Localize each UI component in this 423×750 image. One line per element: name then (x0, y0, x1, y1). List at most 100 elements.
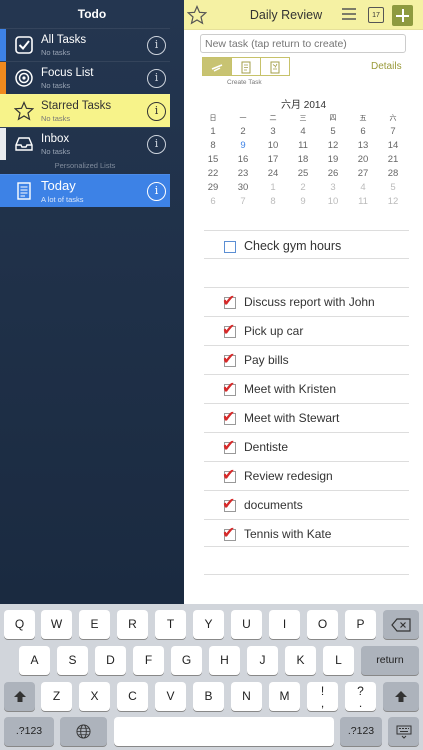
task-item[interactable]: ✔ Dentiste (222, 437, 412, 460)
numbers-key[interactable]: .?123 (4, 717, 54, 746)
calendar-day[interactable]: 30 (228, 182, 258, 193)
add-task-button[interactable] (392, 5, 413, 26)
segment-note[interactable] (231, 57, 261, 76)
key-exclaim-comma[interactable]: ! , (307, 682, 338, 711)
key-b[interactable]: B (193, 682, 224, 711)
calendar-day[interactable]: 7 (378, 126, 408, 137)
segment-list[interactable] (260, 57, 290, 76)
sidebar-item-focus-list[interactable]: Focus List No tasks i (0, 61, 170, 94)
task-item[interactable]: Check gym hours (222, 237, 412, 259)
calendar-day[interactable]: 11 (288, 140, 318, 151)
key-g[interactable]: G (171, 646, 202, 675)
sidebar-item-inbox[interactable]: Inbox No tasks i (0, 127, 170, 160)
key-q[interactable]: Q (4, 610, 35, 639)
calendar-day[interactable]: 5 (318, 126, 348, 137)
task-item[interactable]: ✔ Review redesign (222, 466, 412, 489)
info-icon[interactable]: i (147, 102, 166, 121)
key-n[interactable]: N (231, 682, 262, 711)
return-key[interactable]: return (361, 646, 419, 675)
info-icon[interactable]: i (147, 135, 166, 154)
segment-quick[interactable] (202, 57, 232, 76)
key-z[interactable]: Z (41, 682, 72, 711)
key-t[interactable]: T (155, 610, 186, 639)
calendar-button[interactable]: 17 (368, 7, 384, 23)
key-r[interactable]: R (117, 610, 148, 639)
calendar-day[interactable]: 4 (288, 126, 318, 137)
calendar-day[interactable]: 10 (258, 140, 288, 151)
key-v[interactable]: V (155, 682, 186, 711)
backspace-key[interactable] (383, 610, 419, 639)
task-item[interactable]: ✔ Pick up car (222, 321, 412, 344)
key-w[interactable]: W (41, 610, 72, 639)
task-item[interactable]: ✔ Pay bills (222, 350, 412, 373)
calendar-day[interactable]: 3 (318, 182, 348, 193)
calendar-day[interactable]: 20 (348, 154, 378, 165)
calendar-day[interactable]: 12 (378, 196, 408, 207)
task-item[interactable]: ✔ Meet with Kristen (222, 379, 412, 402)
numbers-key-right[interactable]: .?123 (340, 717, 382, 746)
calendar-day[interactable]: 13 (348, 140, 378, 151)
sidebar-item-all-tasks[interactable]: All Tasks No tasks i (0, 28, 170, 61)
calendar-day[interactable]: 14 (378, 140, 408, 151)
calendar-day[interactable]: 16 (228, 154, 258, 165)
key-m[interactable]: M (269, 682, 300, 711)
calendar-day[interactable]: 6 (198, 196, 228, 207)
calendar-day[interactable]: 24 (258, 168, 288, 179)
calendar-day[interactable]: 21 (378, 154, 408, 165)
calendar-day[interactable]: 7 (228, 196, 258, 207)
sidebar-item-starred-tasks[interactable]: Starred Tasks No tasks i (0, 94, 170, 127)
key-f[interactable]: F (133, 646, 164, 675)
task-item[interactable]: ✔ Meet with Stewart (222, 408, 412, 431)
calendar-day[interactable]: 27 (348, 168, 378, 179)
hide-keyboard-key[interactable] (388, 717, 419, 746)
key-l[interactable]: L (323, 646, 354, 675)
key-e[interactable]: E (79, 610, 110, 639)
calendar-day[interactable]: 28 (378, 168, 408, 179)
key-a[interactable]: A (19, 646, 50, 675)
new-task-input[interactable] (200, 34, 406, 53)
calendar-day[interactable]: 1 (258, 182, 288, 193)
key-k[interactable]: K (285, 646, 316, 675)
space-key[interactable] (114, 717, 334, 746)
globe-key[interactable] (60, 717, 107, 746)
calendar-day-today[interactable]: 9 (228, 140, 258, 151)
calendar-day[interactable]: 4 (348, 182, 378, 193)
task-checkbox[interactable] (224, 241, 236, 253)
calendar-day[interactable]: 15 (198, 154, 228, 165)
key-s[interactable]: S (57, 646, 88, 675)
calendar-day[interactable]: 17 (258, 154, 288, 165)
calendar-day[interactable]: 2 (288, 182, 318, 193)
calendar-day[interactable]: 11 (348, 196, 378, 207)
calendar-day[interactable]: 8 (198, 140, 228, 151)
key-o[interactable]: O (307, 610, 338, 639)
key-d[interactable]: D (95, 646, 126, 675)
key-p[interactable]: P (345, 610, 376, 639)
calendar-day[interactable]: 10 (318, 196, 348, 207)
menu-icon[interactable] (342, 8, 356, 20)
key-question-period[interactable]: ? . (345, 682, 376, 711)
calendar-day[interactable]: 1 (198, 126, 228, 137)
key-c[interactable]: C (117, 682, 148, 711)
key-x[interactable]: X (79, 682, 110, 711)
key-j[interactable]: J (247, 646, 278, 675)
calendar-day[interactable]: 22 (198, 168, 228, 179)
calendar-day[interactable]: 6 (348, 126, 378, 137)
info-icon[interactable]: i (147, 182, 166, 201)
key-y[interactable]: Y (193, 610, 224, 639)
key-i[interactable]: I (269, 610, 300, 639)
key-h[interactable]: H (209, 646, 240, 675)
shift-key[interactable] (4, 682, 35, 711)
calendar-day[interactable]: 29 (198, 182, 228, 193)
task-item[interactable]: ✔ Discuss report with John (222, 292, 412, 315)
shift-key-right[interactable] (383, 682, 419, 711)
sidebar-item-today[interactable]: Today A lot of tasks i (0, 174, 170, 207)
details-link[interactable]: Details (371, 61, 402, 72)
calendar-day[interactable]: 19 (318, 154, 348, 165)
calendar-day[interactable]: 5 (378, 182, 408, 193)
info-icon[interactable]: i (147, 69, 166, 88)
calendar-day[interactable]: 25 (288, 168, 318, 179)
task-item[interactable]: ✔ documents (222, 495, 412, 518)
info-icon[interactable]: i (147, 36, 166, 55)
calendar-day[interactable]: 2 (228, 126, 258, 137)
key-u[interactable]: U (231, 610, 262, 639)
